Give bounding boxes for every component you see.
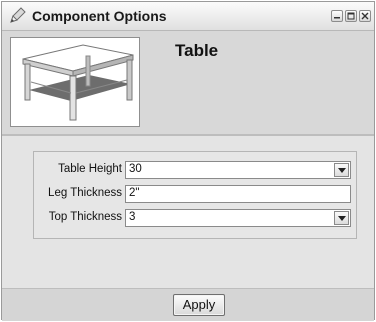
pencil-icon [8,7,26,25]
window-title: Component Options [32,8,167,24]
title-bar[interactable]: Component Options [2,2,374,31]
option-row-table-height: Table Height 30 [34,160,356,180]
table-height-dropdown[interactable]: 30 [125,161,351,179]
component-header: Table [2,31,374,134]
apply-button[interactable]: Apply [173,294,225,316]
leg-thickness-input[interactable]: 2" [125,185,351,203]
chevron-down-icon[interactable] [334,163,349,177]
table-preview-image [10,37,140,127]
option-label: Leg Thickness [48,187,122,199]
top-thickness-dropdown[interactable]: 3 [125,209,351,227]
footer-bar: Apply [2,288,374,321]
option-value: 2" [129,187,140,199]
chevron-down-icon[interactable] [334,211,349,225]
option-value: 3 [129,211,136,223]
option-row-top-thickness: Top Thickness 3 [34,208,356,228]
component-name: Table [175,41,219,60]
option-label: Top Thickness [48,211,122,223]
option-value: 30 [129,163,142,175]
options-panel: Table Height 30 Leg Thickness 2" Top Thi… [33,151,357,239]
maximize-icon[interactable] [345,10,357,22]
component-options-window: Component Options Table Table Height 30 … [1,1,375,321]
header-divider [2,134,374,136]
option-label: Table Height [58,163,122,175]
close-icon[interactable] [359,10,371,22]
option-row-leg-thickness: Leg Thickness 2" [34,184,356,204]
minimize-icon[interactable] [331,10,343,22]
